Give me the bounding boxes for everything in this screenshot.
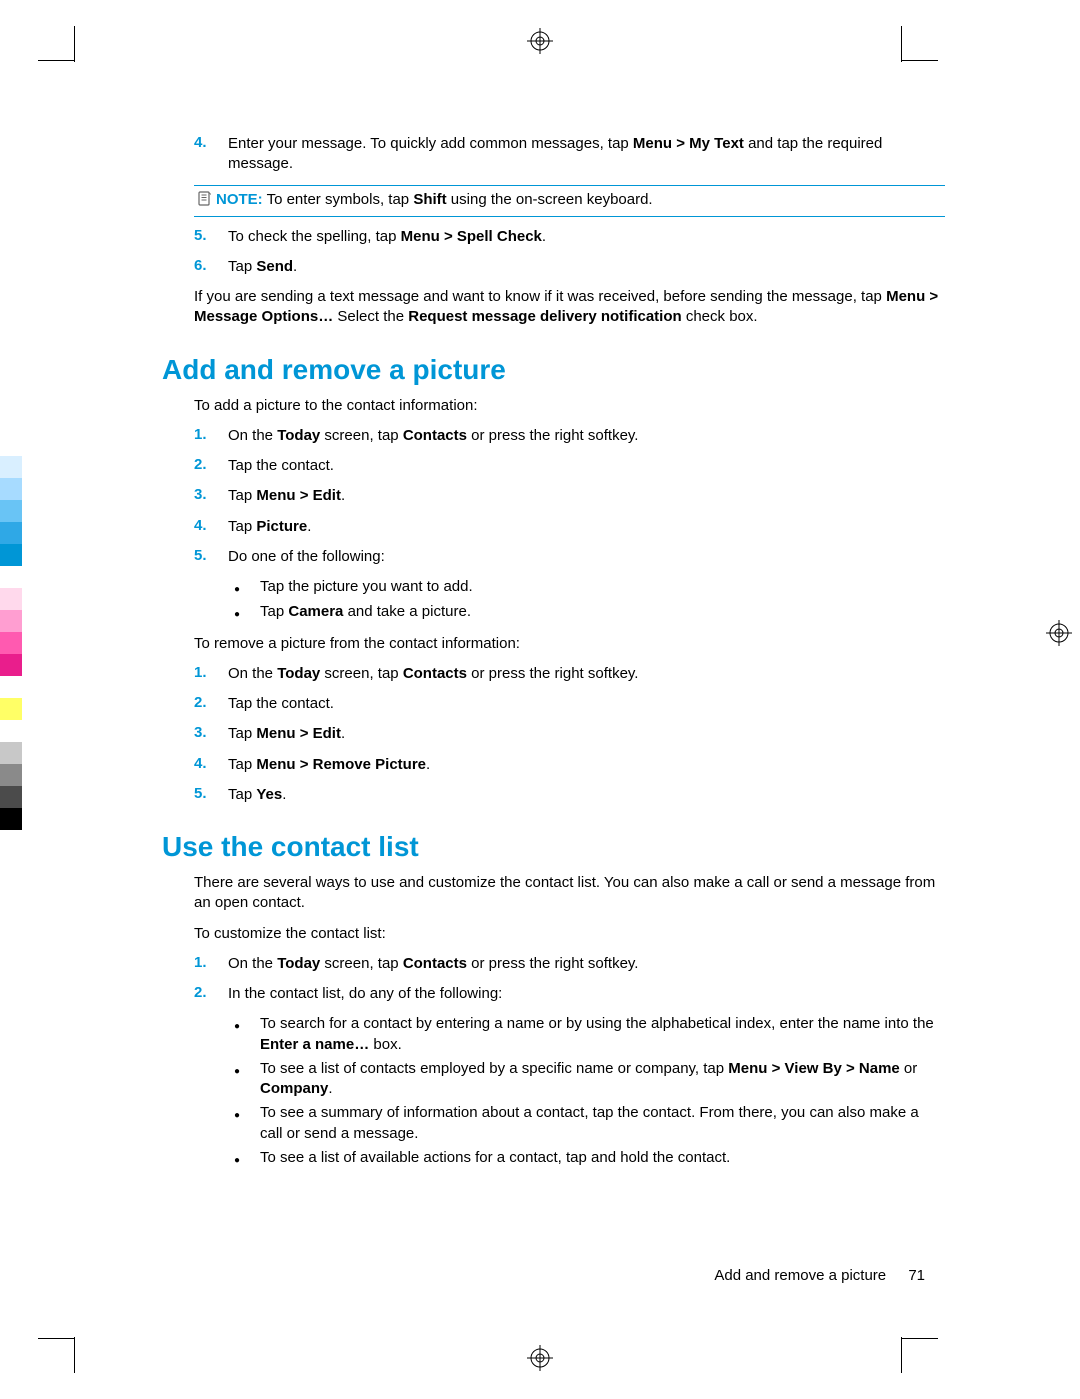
step-text: Tap Menu > Remove Picture. [228, 755, 430, 775]
step-number: 4. [194, 755, 228, 775]
bullet-item: To see a list of available actions for a… [234, 1148, 945, 1169]
step-text: Do one of the following: [228, 547, 385, 567]
bullet-item: Tap the picture you want to add. [234, 577, 945, 598]
step-text: Enter your message. To quickly add commo… [228, 134, 945, 175]
numbered-step: 4.Tap Picture. [194, 517, 945, 537]
bullet-text: Tap Camera and take a picture. [260, 602, 471, 623]
note-icon [194, 190, 216, 211]
numbered-step: 1.On the Today screen, tap Contacts or p… [194, 664, 945, 684]
note-callout: NOTE: To enter symbols, tap Shift using … [194, 185, 945, 217]
note-text: NOTE: To enter symbols, tap Shift using … [216, 190, 653, 210]
bullet-text: To see a list of available actions for a… [260, 1148, 730, 1169]
bullet-icon [234, 602, 260, 623]
step-text: To check the spelling, tap Menu > Spell … [228, 227, 546, 247]
step-number: 1. [194, 426, 228, 446]
step-text: Tap Yes. [228, 785, 286, 805]
paragraph: To remove a picture from the contact inf… [194, 634, 945, 654]
numbered-step: 6.Tap Send. [194, 257, 945, 277]
step-text: Tap Picture. [228, 517, 311, 537]
numbered-step: 2.Tap the contact. [194, 456, 945, 476]
step-number: 3. [194, 724, 228, 744]
step-number: 6. [194, 257, 228, 277]
bullet-item: To see a summary of information about a … [234, 1103, 945, 1144]
bullet-icon [234, 1059, 260, 1100]
numbered-step: 5.To check the spelling, tap Menu > Spel… [194, 227, 945, 247]
paragraph: If you are sending a text message and wa… [194, 287, 945, 328]
step-text: Tap the contact. [228, 694, 334, 714]
bullet-icon [234, 1103, 260, 1144]
paragraph: To add a picture to the contact informat… [194, 396, 945, 416]
step-text: On the Today screen, tap Contacts or pre… [228, 426, 638, 446]
step-number: 3. [194, 486, 228, 506]
step-number: 2. [194, 984, 228, 1004]
step-number: 4. [194, 134, 228, 175]
step-text: On the Today screen, tap Contacts or pre… [228, 954, 638, 974]
numbered-step: 3.Tap Menu > Edit. [194, 724, 945, 744]
bullet-item: To see a list of contacts employed by a … [234, 1059, 945, 1100]
section-heading: Use the contact list [162, 831, 945, 863]
bullet-icon [234, 1014, 260, 1055]
paragraph: There are several ways to use and custom… [194, 873, 945, 914]
section-heading: Add and remove a picture [162, 354, 945, 386]
numbered-step: 5.Do one of the following: [194, 547, 945, 567]
footer-page-number: 71 [908, 1267, 925, 1284]
step-number: 2. [194, 456, 228, 476]
step-number: 4. [194, 517, 228, 537]
step-number: 5. [194, 227, 228, 247]
numbered-step: 4.Tap Menu > Remove Picture. [194, 755, 945, 775]
page-content: 4.Enter your message. To quickly add com… [0, 0, 1080, 1399]
step-number: 5. [194, 785, 228, 805]
step-text: Tap the contact. [228, 456, 334, 476]
numbered-step: 4.Enter your message. To quickly add com… [194, 134, 945, 175]
bullet-text: Tap the picture you want to add. [260, 577, 473, 598]
bullet-text: To see a summary of information about a … [260, 1103, 945, 1144]
bullet-icon [234, 1148, 260, 1169]
numbered-step: 2.In the contact list, do any of the fol… [194, 984, 945, 1004]
numbered-step: 3.Tap Menu > Edit. [194, 486, 945, 506]
step-text: Tap Menu > Edit. [228, 724, 345, 744]
step-text: Tap Send. [228, 257, 297, 277]
bullet-item: To search for a contact by entering a na… [234, 1014, 945, 1055]
step-text: Tap Menu > Edit. [228, 486, 345, 506]
numbered-step: 1.On the Today screen, tap Contacts or p… [194, 426, 945, 446]
step-number: 5. [194, 547, 228, 567]
bullet-text: To search for a contact by entering a na… [260, 1014, 945, 1055]
step-text: On the Today screen, tap Contacts or pre… [228, 664, 638, 684]
footer-section-title: Add and remove a picture [714, 1267, 886, 1284]
bullet-icon [234, 577, 260, 598]
numbered-step: 1.On the Today screen, tap Contacts or p… [194, 954, 945, 974]
step-text: In the contact list, do any of the follo… [228, 984, 502, 1004]
numbered-step: 2.Tap the contact. [194, 694, 945, 714]
paragraph: To customize the contact list: [194, 924, 945, 944]
bullet-item: Tap Camera and take a picture. [234, 602, 945, 623]
note-content: To enter symbols, tap Shift using the on… [267, 191, 653, 208]
numbered-step: 5.Tap Yes. [194, 785, 945, 805]
page-footer: Add and remove a picture 71 [714, 1267, 925, 1284]
step-number: 1. [194, 954, 228, 974]
step-number: 2. [194, 694, 228, 714]
note-label: NOTE: [216, 191, 263, 208]
step-number: 1. [194, 664, 228, 684]
bullet-text: To see a list of contacts employed by a … [260, 1059, 945, 1100]
